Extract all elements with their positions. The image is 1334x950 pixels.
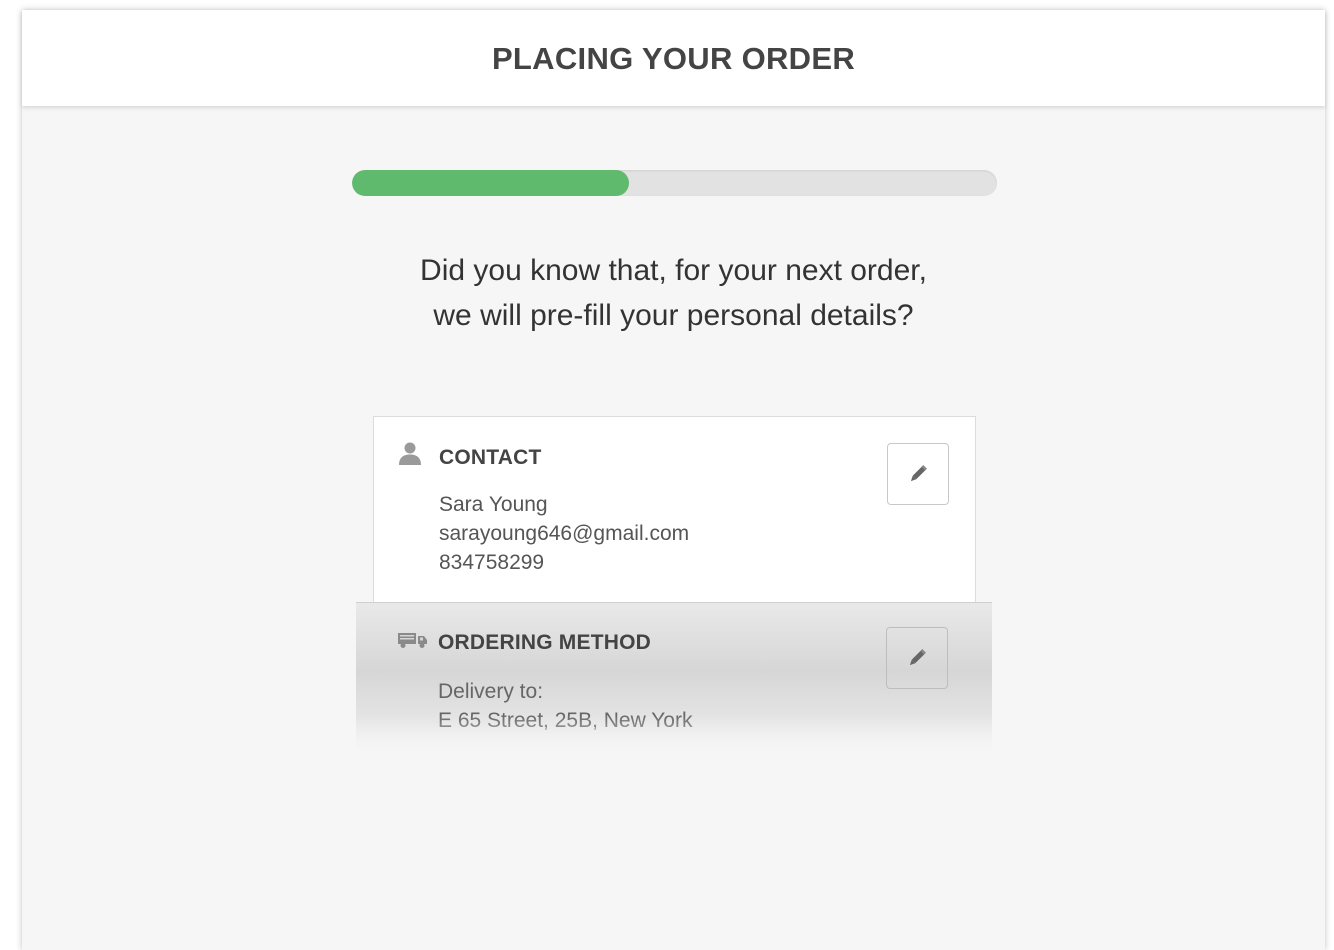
order-window: PLACING YOUR ORDER Did you know that, fo… <box>22 10 1325 950</box>
progress-bar-fill <box>352 170 630 196</box>
pencil-icon <box>909 649 926 666</box>
edit-contact-button[interactable] <box>887 443 949 505</box>
contact-details: Sara Young sarayoung646@gmail.com 834758… <box>439 490 689 577</box>
page-title: PLACING YOUR ORDER <box>491 41 856 76</box>
contact-name: Sara Young <box>439 493 548 516</box>
edit-ordering-method-button[interactable] <box>886 627 948 689</box>
contact-section: CONTACT Sara Young sarayoung646@gmail.co… <box>373 416 976 603</box>
contact-email: sarayoung646@gmail.com <box>439 522 690 545</box>
ordering-method-section: ORDERING METHOD Delivery to: E 65 Street… <box>356 602 992 755</box>
tip-line-2: we will pre-fill your personal details? <box>433 299 914 332</box>
delivery-address: E 65 Street, 25B, New York <box>438 709 693 732</box>
progress-bar <box>352 170 997 196</box>
delivery-truck-icon <box>398 631 428 654</box>
contact-phone: 834758299 <box>439 551 545 574</box>
pencil-icon <box>910 465 927 482</box>
header: PLACING YOUR ORDER <box>22 10 1325 106</box>
tip-line-1: Did you know that, for your next order, <box>420 254 927 287</box>
person-icon <box>398 441 422 470</box>
ordering-method-details: Delivery to: E 65 Street, 25B, New York <box>438 677 692 735</box>
tip-message: Did you know that, for your next order, … <box>272 248 1075 338</box>
delivery-label: Delivery to: <box>438 680 544 703</box>
contact-title: CONTACT <box>439 446 542 469</box>
ordering-method-title: ORDERING METHOD <box>438 631 651 654</box>
